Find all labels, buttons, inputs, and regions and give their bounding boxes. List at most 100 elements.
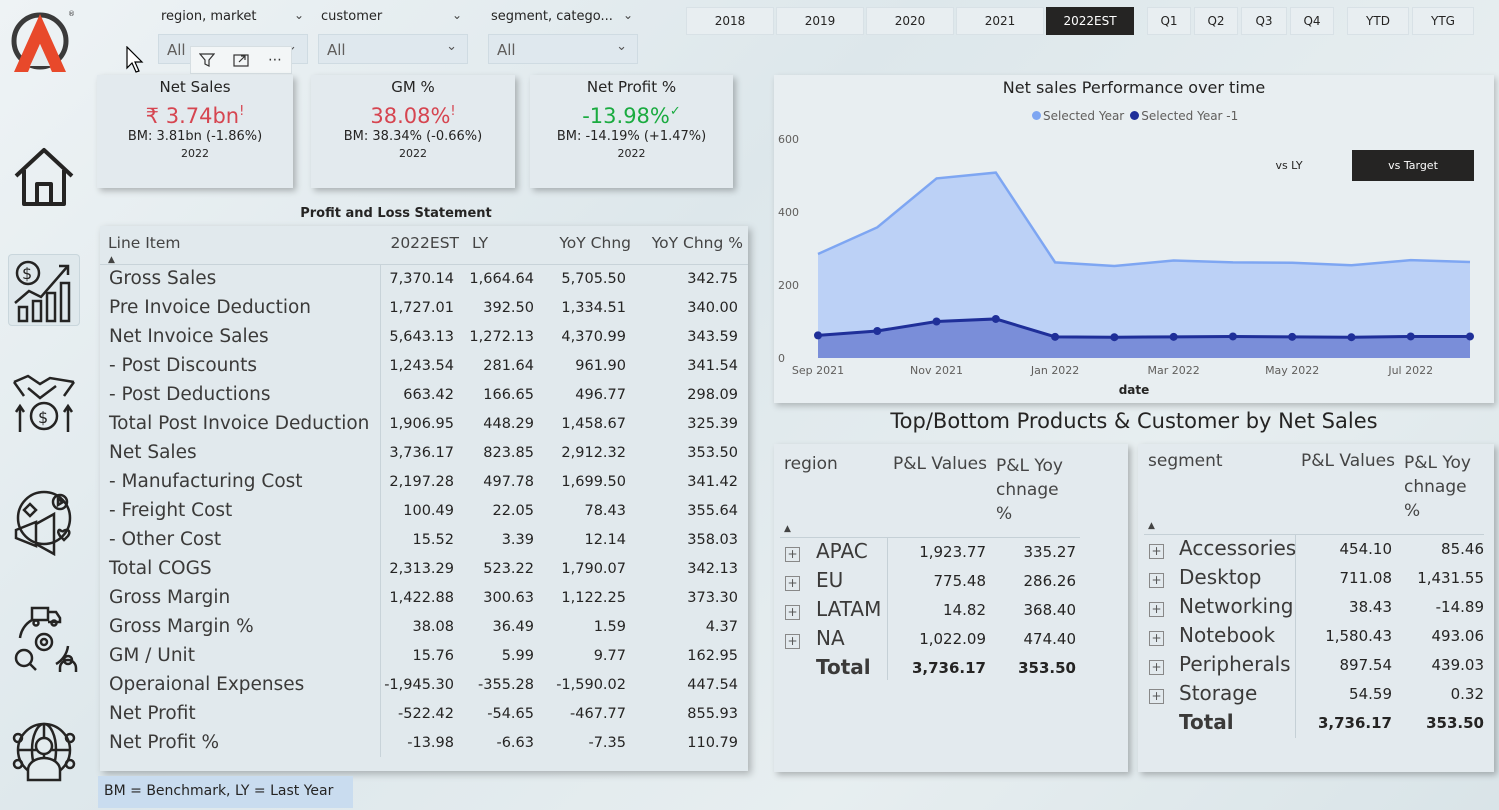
column-header-yoy-chng-pct[interactable]: YoY Chng % — [636, 226, 748, 264]
row-label[interactable]: Notebook — [1179, 623, 1275, 652]
table-row[interactable]: Gross Sales 7,370.14 1,664.64 5,705.50 342.7… — [100, 264, 748, 293]
row-label[interactable]: Storage — [1179, 681, 1257, 710]
column-header-pl-yoy-pct[interactable]: P&L Yoy chnage % — [996, 454, 1076, 526]
quarter-button-q3[interactable]: Q3 — [1241, 7, 1287, 35]
expand-icon[interactable]: + — [1149, 631, 1164, 646]
table-row[interactable]: - Manufacturing Cost 2,197.28 497.78 1,699.… — [100, 467, 748, 496]
table-row[interactable]: Gross Margin 1,422.88 300.63 1,122.25 373.30 — [100, 583, 748, 612]
slicer-segment-dropdown[interactable]: All ⌄ — [488, 34, 638, 64]
value-cell: 1,906.95 — [389, 415, 454, 432]
column-header-yoy-chng[interactable]: YoY Chng — [544, 226, 636, 264]
value-cell: 497.78 — [483, 473, 534, 490]
table-row[interactable]: Net Invoice Sales 5,643.13 1,272.13 4,370.9… — [100, 322, 748, 351]
slicer-customer-dropdown[interactable]: All ⌄ — [318, 34, 468, 64]
year-button-2022est[interactable]: 2022EST — [1046, 7, 1134, 35]
table-row[interactable]: Operaional Expenses -1,945.30 -355.28 -1,59… — [100, 670, 748, 699]
expand-icon[interactable]: + — [785, 576, 800, 591]
table-row[interactable]: Net Sales 3,736.17 823.85 2,912.32 353.50 — [100, 438, 748, 467]
slicer-segment-value: All — [497, 41, 516, 59]
nav-home-icon[interactable] — [8, 140, 80, 212]
column-header-pl-yoy-pct[interactable]: P&L Yoy chnage % — [1404, 451, 1484, 523]
row-label[interactable]: LATAM — [816, 597, 881, 626]
more-options-icon[interactable]: ⋯ — [259, 47, 291, 73]
row-label[interactable]: APAC — [816, 539, 868, 568]
row-label[interactable]: Accessories — [1179, 536, 1296, 565]
expand-icon[interactable]: + — [1149, 573, 1164, 588]
nav-executive-view-icon[interactable] — [8, 716, 80, 788]
value-cell: 663.42 — [403, 386, 454, 403]
kpi-benchmark: BM: -14.19% (+1.47%) — [556, 129, 707, 144]
column-header-2022est[interactable]: 2022EST — [380, 226, 464, 264]
value-cell: 5,705.50 — [561, 270, 626, 287]
value-cell: 448.29 — [483, 415, 534, 432]
value-cell: 523.22 — [483, 560, 534, 577]
row-label[interactable]: Peripherals — [1179, 652, 1291, 681]
column-header-ly[interactable]: LY — [464, 226, 544, 264]
table-row[interactable]: Total COGS 2,313.29 523.22 1,790.07 342.13 — [100, 554, 748, 583]
column-header-segment[interactable]: segment — [1148, 451, 1223, 471]
kpi-benchmark: BM: 38.34% (-0.66%) — [343, 129, 483, 144]
table-row[interactable]: Total Post Invoice Deduction 1,906.95 448.… — [100, 409, 748, 438]
nav-finance-view-icon[interactable]: $ — [8, 254, 80, 326]
chevron-down-icon[interactable]: ⌄ — [294, 8, 304, 22]
column-header-pl-values[interactable]: P&L Values — [1301, 451, 1395, 471]
nav-marketing-view-icon[interactable] — [8, 486, 80, 558]
value-cell: 7,370.14 — [389, 270, 454, 287]
row-label[interactable]: EU — [816, 568, 843, 597]
kpi-value: 38.08%! — [311, 104, 515, 128]
quarter-button-q1[interactable]: Q1 — [1147, 7, 1191, 35]
region-matrix[interactable]: region P&L Values P&L Yoy chnage % ▲ + AP… — [774, 444, 1128, 772]
value-cell: 775.48 — [933, 572, 987, 590]
filter-icon[interactable] — [191, 47, 223, 73]
segment-matrix[interactable]: segment P&L Values P&L Yoy chnage % ▲ + A… — [1138, 444, 1494, 772]
year-button-2018[interactable]: 2018 — [686, 7, 774, 35]
table-row[interactable]: - Other Cost 15.52 3.39 12.14 358.03 — [100, 525, 748, 554]
value-cell: 493.06 — [1431, 627, 1485, 645]
kpi-value-text: ₹ 3.74bn — [145, 104, 240, 128]
expand-icon[interactable]: + — [1149, 602, 1164, 617]
table-row[interactable]: Pre Invoice Deduction 1,727.01 392.50 1,334… — [100, 293, 748, 322]
table-row[interactable]: Net Profit -522.42 -54.65 -467.77 855.93 — [100, 699, 748, 728]
row-label[interactable]: Desktop — [1179, 565, 1261, 594]
quarter-button-q2[interactable]: Q2 — [1194, 7, 1238, 35]
nav-supply-chain-view-icon[interactable] — [8, 602, 80, 674]
year-button-2020[interactable]: 2020 — [866, 7, 954, 35]
value-cell: 496.77 — [575, 386, 626, 403]
value-cell: 447.54 — [687, 676, 738, 693]
period-button-ytg[interactable]: YTG — [1412, 7, 1474, 35]
year-button-2021[interactable]: 2021 — [956, 7, 1044, 35]
nav-sales-view-icon[interactable]: $ — [8, 366, 80, 438]
pl-table[interactable]: Line Item ▲ 2022EST LY YoY Chng YoY Chng … — [100, 226, 748, 771]
year-button-2019[interactable]: 2019 — [776, 7, 864, 35]
expand-icon[interactable]: + — [1149, 689, 1164, 704]
chevron-down-icon[interactable]: ⌄ — [452, 8, 462, 22]
expand-icon[interactable]: + — [785, 634, 800, 649]
expand-icon[interactable]: + — [1149, 544, 1164, 559]
row-label[interactable]: Networking — [1179, 594, 1293, 623]
y-tick-label: 400 — [778, 206, 799, 219]
expand-icon[interactable]: + — [785, 547, 800, 562]
table-row[interactable]: Gross Margin % 38.08 36.49 1.59 4.37 — [100, 612, 748, 641]
alert-icon: ! — [450, 104, 456, 119]
table-row[interactable]: - Freight Cost 100.49 22.05 78.43 355.64 — [100, 496, 748, 525]
column-header-region[interactable]: region — [784, 454, 838, 474]
column-header-pl-values[interactable]: P&L Values — [893, 454, 987, 474]
column-header-label: Line Item — [108, 234, 181, 252]
chevron-down-icon[interactable]: ⌄ — [623, 8, 633, 22]
table-row[interactable]: - Post Deductions 663.42 166.65 496.77 298.0… — [100, 380, 748, 409]
period-button-ytd[interactable]: YTD — [1347, 7, 1409, 35]
value-cell: 286.26 — [1023, 572, 1077, 590]
focus-mode-icon[interactable] — [225, 47, 257, 73]
table-row[interactable]: Net Profit % -13.98 -6.63 -7.35 110.79 — [100, 728, 748, 757]
value-cell: 373.30 — [687, 589, 738, 606]
table-row[interactable]: GM / Unit 15.76 5.99 9.77 162.95 — [100, 641, 748, 670]
value-cell: 1,923.77 — [919, 543, 986, 561]
net-sales-performance-chart[interactable]: Net sales Performance over time Selected… — [774, 75, 1494, 403]
table-row[interactable]: - Post Discounts 1,243.54 281.64 961.90 341.… — [100, 351, 748, 380]
row-label[interactable]: NA — [816, 626, 845, 655]
pl-table-title: Profit and Loss Statement — [300, 206, 492, 221]
column-header-line-item[interactable]: Line Item ▲ — [100, 226, 380, 265]
expand-icon[interactable]: + — [785, 605, 800, 620]
expand-icon[interactable]: + — [1149, 660, 1164, 675]
quarter-button-q4[interactable]: Q4 — [1290, 7, 1334, 35]
